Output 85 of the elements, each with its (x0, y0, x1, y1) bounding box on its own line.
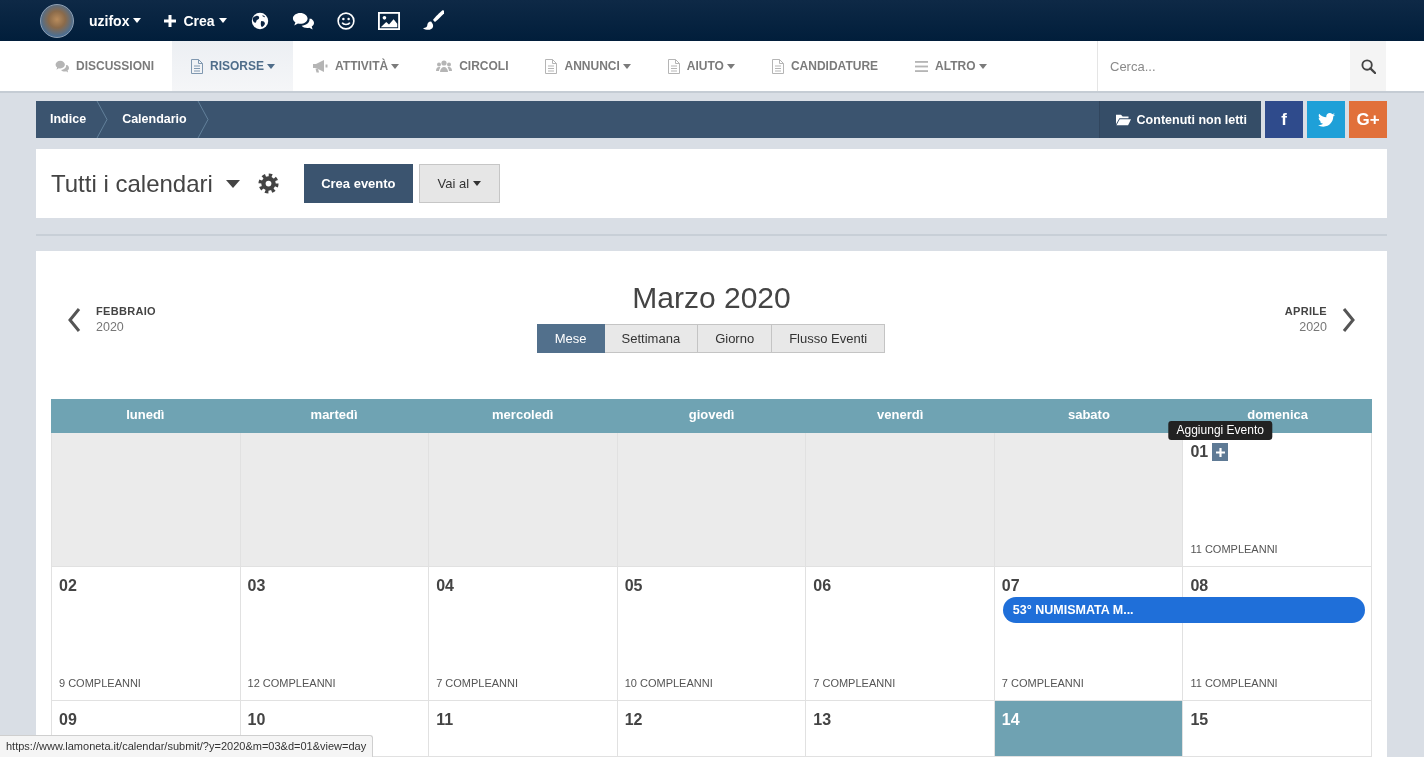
next-month-link[interactable]: APRILE 2020 (1284, 305, 1357, 334)
globe-icon[interactable] (250, 11, 269, 30)
chat-bubbles-icon[interactable] (291, 11, 314, 30)
nav-item[interactable]: ALTRO (896, 41, 1005, 91)
search-button[interactable] (1350, 41, 1386, 91)
chat-bubbles-icon (55, 59, 69, 73)
chevron-right-icon (1341, 306, 1357, 333)
create-event-button[interactable]: Crea evento (303, 164, 413, 203)
share-button[interactable]: f (1265, 101, 1303, 138)
weekday-label: giovedì (687, 407, 736, 422)
day-number: 05 (624, 577, 643, 595)
image-icon[interactable] (377, 11, 400, 30)
day-number: 04 (436, 577, 454, 595)
unread-content-link[interactable]: Contenuti non letti (1098, 101, 1261, 138)
day-number: 03 (247, 577, 266, 595)
breadcrumb-link[interactable]: Calendario (108, 101, 197, 138)
breadcrumb-separator (196, 101, 209, 138)
day-number: 13 (813, 711, 832, 729)
avatar-image[interactable] (40, 3, 74, 38)
share-button[interactable] (1307, 101, 1345, 138)
birthdays-link[interactable]: 7 COMPLEANNI (1001, 677, 1176, 690)
birthdays-link[interactable]: 11 COMPLEANNI (1190, 677, 1364, 690)
caret-icon[interactable] (225, 179, 240, 188)
day-number: 10 (247, 711, 266, 729)
smiley-icon[interactable] (336, 11, 355, 30)
search-icon (1360, 58, 1376, 74)
view-tab[interactable]: Mese (536, 324, 605, 353)
birthdays-link[interactable]: 10 COMPLEANNI (624, 677, 799, 690)
add-event-button[interactable] (1212, 443, 1229, 461)
document-icon (667, 58, 680, 74)
brush-icon[interactable] (422, 10, 444, 31)
nav-item[interactable]: ANNUNCI (526, 41, 649, 91)
gear-icon[interactable] (256, 172, 280, 195)
birthdays-link[interactable]: 12 COMPLEANNI (247, 677, 422, 690)
event-bar[interactable]: 53° NUMISMATA M... (1002, 597, 1365, 623)
day-number: 06 (813, 577, 832, 595)
previous-month-link[interactable]: FEBBRAIO 2020 (66, 305, 156, 334)
nav-item[interactable]: CIRCOLI (417, 41, 527, 91)
menu-icon (915, 60, 929, 72)
nav-item[interactable]: RISORSE (172, 41, 294, 91)
day-number: 09 (59, 711, 77, 729)
day-number: 14 (1001, 711, 1020, 729)
breadcrumb-separator (96, 101, 109, 138)
plus-icon (1215, 447, 1225, 457)
view-tab[interactable]: Settimana (603, 324, 699, 353)
document-icon (191, 58, 203, 74)
calendar-title: Tutti i calendari (51, 169, 213, 198)
birthdays-link[interactable]: 7 COMPLEANNI (813, 677, 987, 690)
tooltip: Aggiungi Evento (1168, 421, 1272, 440)
document-icon (545, 58, 558, 74)
view-tab[interactable]: Giorno (697, 324, 773, 353)
day-number: 01 (1190, 443, 1209, 461)
month-title: Marzo 2020 (632, 281, 791, 315)
go-to-button[interactable]: Vai al (418, 164, 500, 203)
bird-icon (1317, 112, 1335, 127)
weekday-label: mercoledì (491, 407, 555, 422)
user-menu-button[interactable]: uzifox (89, 10, 142, 31)
weekday-label: venerdì (876, 407, 925, 422)
megaphone-icon (312, 59, 329, 73)
nav-item[interactable]: CANDIDATURE (752, 41, 897, 91)
nav-item[interactable]: ATTIVITÀ (293, 41, 418, 91)
weekday-label: martedì (309, 407, 359, 422)
day-number: 07 (1001, 577, 1020, 595)
weekday-label: sabato (1066, 407, 1111, 422)
day-number: 02 (59, 577, 77, 595)
nav-item[interactable]: AIUTO (648, 41, 753, 91)
chevron-left-icon (66, 306, 82, 333)
birthdays-link[interactable]: 11 COMPLEANNI (1190, 543, 1364, 556)
people-icon (436, 59, 453, 73)
plus-icon (164, 14, 177, 27)
create-menu-button[interactable]: Crea (164, 10, 227, 31)
day-number: 08 (1190, 577, 1209, 595)
folder-icon (1115, 113, 1131, 126)
day-number: 12 (624, 711, 643, 729)
birthdays-link[interactable]: 7 COMPLEANNI (436, 677, 610, 690)
weekday-label: domenica (1246, 407, 1309, 422)
document-icon (771, 58, 784, 74)
nav-item[interactable]: DISCUSSIONI (36, 41, 172, 91)
day-number: 15 (1190, 711, 1209, 729)
weekday-label: lunedì (125, 407, 166, 422)
status-url: https://www.lamoneta.it/calendar/submit/?y=2020&m=03&d=01&view=day (0, 735, 374, 757)
breadcrumb-link[interactable]: Indice (36, 101, 97, 138)
birthdays-link[interactable]: 9 COMPLEANNI (59, 677, 233, 690)
day-number: 11 (436, 711, 454, 729)
view-tab[interactable]: Flusso Eventi (771, 324, 886, 353)
